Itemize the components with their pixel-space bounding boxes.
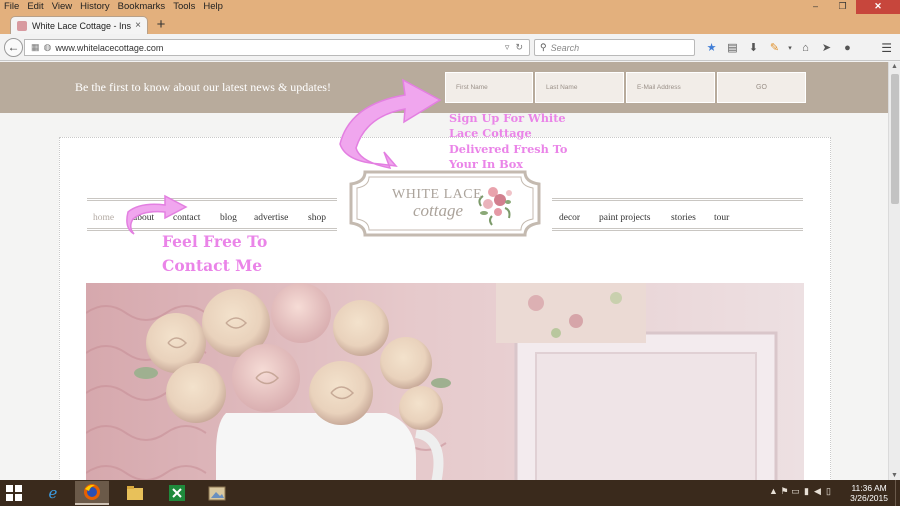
- nav-about[interactable]: about: [133, 213, 154, 223]
- menu-file[interactable]: File: [0, 0, 23, 14]
- display-icon[interactable]: ▭: [790, 486, 801, 497]
- newsletter-signup-bar: Be the first to know about our latest ne…: [0, 62, 888, 113]
- scrollbar-thumb[interactable]: [891, 74, 899, 204]
- firefox-icon[interactable]: [75, 481, 109, 505]
- tab-bar: White Lace Cottage - Inspir... × +: [0, 14, 900, 34]
- hero-photo: [86, 283, 804, 480]
- email-field[interactable]: E-Mail Address: [626, 72, 715, 103]
- navigation-toolbar: ← ▦ ◍ www.whitelacecottage.com ▿ ↻ ⚲ Sea…: [0, 34, 900, 61]
- toolbar-icons: ★ ▤ ⬇ ✎ ▾ ⌂ ➤ ●: [701, 39, 858, 56]
- volume-icon[interactable]: ◀: [812, 486, 823, 497]
- nav-contact[interactable]: contact: [173, 213, 200, 223]
- photos-icon[interactable]: [200, 481, 234, 505]
- signup-annotation: Sign Up For White Lace Cottage Delivered…: [449, 111, 568, 172]
- clock-date: 3/26/2015: [850, 493, 888, 503]
- page-viewport: Be the first to know about our latest ne…: [0, 62, 888, 480]
- windows-start-icon[interactable]: [6, 485, 22, 501]
- signup-text: Be the first to know about our latest ne…: [75, 80, 331, 94]
- nav-tour[interactable]: tour: [714, 213, 729, 223]
- minimize-button[interactable]: –: [802, 0, 829, 14]
- nav-blog[interactable]: blog: [220, 213, 237, 223]
- nav-right: decor paint projects stories tour: [552, 198, 803, 231]
- tab-title: White Lace Cottage - Inspir...: [32, 20, 132, 31]
- menu-icon[interactable]: ☰: [881, 41, 892, 55]
- close-window-button[interactable]: ✕: [856, 0, 900, 14]
- menu-view[interactable]: View: [48, 0, 76, 14]
- menu-bookmarks[interactable]: Bookmarks: [114, 0, 170, 14]
- url-dropdown-icon[interactable]: ▿: [505, 42, 510, 53]
- site-logo[interactable]: WHITE LACE cottage: [347, 168, 543, 239]
- menu-help[interactable]: Help: [199, 0, 227, 14]
- menu-tools[interactable]: Tools: [169, 0, 199, 14]
- bookmark-star-icon[interactable]: ★: [701, 41, 722, 54]
- excel-icon[interactable]: [160, 481, 194, 505]
- first-name-field[interactable]: First Name: [445, 72, 533, 103]
- last-name-field[interactable]: Last Name: [535, 72, 624, 103]
- tray-expand-icon[interactable]: ▲: [768, 486, 779, 497]
- system-clock[interactable]: 11:36 AM 3/26/2015: [850, 483, 888, 503]
- menu-edit[interactable]: Edit: [23, 0, 47, 14]
- contact-annotation: Feel Free To Contact Me: [162, 230, 267, 278]
- show-desktop-button[interactable]: [895, 480, 900, 506]
- nav-decor[interactable]: decor: [559, 213, 580, 223]
- page-scrollbar[interactable]: ▲ ▼: [888, 62, 900, 480]
- nav-shop[interactable]: shop: [308, 213, 326, 223]
- logo-subtitle: cottage: [413, 201, 464, 220]
- reload-icon[interactable]: ↻: [515, 42, 523, 53]
- scroll-down-icon[interactable]: ▼: [891, 472, 898, 479]
- system-tray: ▲ ⚑ ▭ ▮ ◀ ▯: [768, 486, 834, 497]
- pencil-icon[interactable]: ✎: [764, 41, 785, 54]
- url-text[interactable]: www.whitelacecottage.com: [55, 43, 505, 53]
- search-icon: ⚲: [540, 42, 547, 52]
- dropdown-icon[interactable]: ▾: [785, 44, 795, 52]
- power-icon[interactable]: ▯: [823, 486, 834, 497]
- file-explorer-icon[interactable]: [118, 481, 152, 505]
- globe-icon: ◍: [43, 42, 52, 52]
- favicon-icon: [17, 20, 27, 31]
- tab-white-lace-cottage[interactable]: White Lace Cottage - Inspir... ×: [10, 16, 148, 34]
- search-bar[interactable]: ⚲ Search: [534, 39, 695, 56]
- contact-annotation-line2: Contact Me: [162, 256, 263, 275]
- search-placeholder: Search: [550, 42, 580, 53]
- restore-button[interactable]: ❐: [829, 0, 856, 14]
- roses-photo: [86, 283, 804, 480]
- site-info-icon[interactable]: ▦: [31, 42, 40, 53]
- nav-home[interactable]: home: [93, 213, 114, 223]
- downloads-icon[interactable]: ⬇: [743, 41, 764, 54]
- clock-time: 11:36 AM: [851, 483, 887, 493]
- chat-icon[interactable]: ●: [837, 42, 858, 54]
- nav-stories[interactable]: stories: [671, 213, 696, 223]
- content-box: home about contact blog advertise shop W…: [59, 137, 831, 480]
- go-button[interactable]: GO: [717, 72, 806, 103]
- menu-bar: File Edit View History Bookmarks Tools H…: [0, 0, 900, 14]
- contact-annotation-line1: Feel Free To: [162, 232, 268, 251]
- taskbar: ℯ ▲ ⚑ ▭ ▮ ◀ ▯ 11:36 AM 3/26/2015: [0, 480, 900, 506]
- window-controls: – ❐ ✕: [802, 0, 900, 14]
- new-tab-button[interactable]: +: [153, 17, 169, 33]
- scroll-up-icon[interactable]: ▲: [891, 63, 898, 70]
- internet-explorer-icon[interactable]: ℯ: [36, 481, 70, 505]
- menu-history[interactable]: History: [76, 0, 114, 14]
- bookmarks-menu-icon[interactable]: ▤: [722, 41, 743, 54]
- nav-left: home about contact blog advertise shop: [87, 198, 337, 231]
- network-icon[interactable]: ▮: [801, 486, 812, 497]
- url-bar[interactable]: ▦ ◍ www.whitelacecottage.com ▿ ↻: [24, 39, 530, 56]
- tab-close-icon[interactable]: ×: [135, 20, 141, 31]
- send-icon[interactable]: ➤: [816, 41, 837, 54]
- action-center-icon[interactable]: ⚑: [779, 486, 790, 497]
- nav-advertise[interactable]: advertise: [254, 213, 288, 223]
- nav-paint-projects[interactable]: paint projects: [599, 213, 650, 223]
- home-icon[interactable]: ⌂: [795, 42, 816, 54]
- back-button[interactable]: ←: [4, 38, 23, 57]
